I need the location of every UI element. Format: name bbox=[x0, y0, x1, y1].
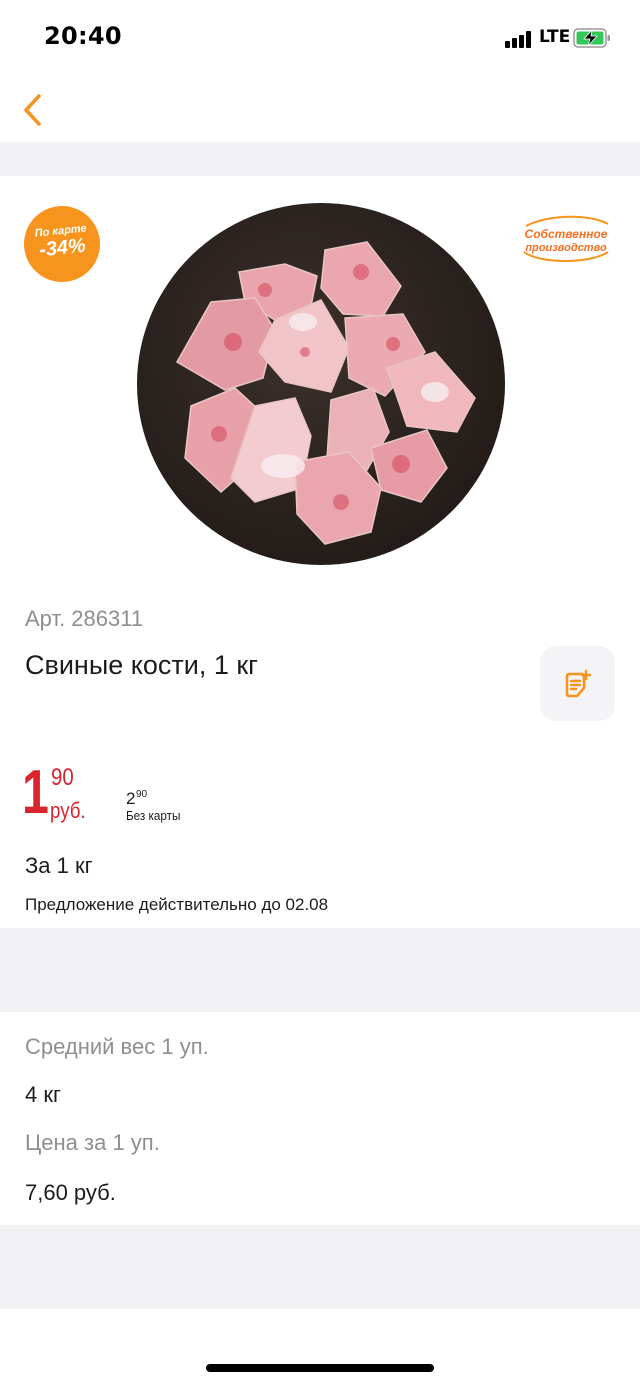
regular-price-decimal: 90 bbox=[136, 789, 148, 800]
card-discount-badge: По карте -34% bbox=[20, 202, 104, 286]
card-price-currency: руб. bbox=[50, 798, 86, 823]
spec-label-weight: Средний вес 1 уп. bbox=[25, 1034, 209, 1059]
offer-validity: Предложение действительно до 02.08 bbox=[25, 895, 329, 914]
network-label: LTE bbox=[539, 27, 571, 47]
battery-charging-icon bbox=[573, 28, 610, 48]
svg-text:производство: производство bbox=[525, 242, 607, 254]
svg-text:Собственное: Собственное bbox=[525, 227, 608, 241]
card-price-decimal: 90 bbox=[51, 764, 74, 791]
status-bar: 20:40 LTE bbox=[0, 0, 640, 76]
spec-value-weight: 4 кг bbox=[25, 1082, 61, 1107]
own-production-logo: Собственное производство bbox=[523, 215, 609, 262]
regular-price-integer: 2 bbox=[126, 789, 136, 808]
price-per-unit: За 1 кг bbox=[25, 853, 93, 878]
home-indicator[interactable] bbox=[206, 1364, 434, 1372]
product-photo bbox=[137, 203, 505, 565]
note-add-icon bbox=[565, 669, 591, 697]
nav-bar bbox=[0, 76, 640, 142]
section-divider bbox=[0, 928, 640, 1012]
section-divider bbox=[0, 142, 640, 176]
status-time: 20:40 bbox=[44, 22, 122, 50]
signal-icon bbox=[505, 30, 535, 48]
product-article: Арт. 286311 bbox=[25, 606, 144, 631]
regular-price-label: Без карты bbox=[126, 808, 181, 823]
product-image-area: По карте -34% Собственное производство bbox=[0, 176, 640, 596]
add-to-list-button[interactable] bbox=[540, 646, 615, 721]
spec-label-pack-price: Цена за 1 уп. bbox=[25, 1130, 160, 1155]
section-divider bbox=[0, 1225, 640, 1309]
card-price-integer: 1 bbox=[22, 758, 49, 827]
back-button[interactable] bbox=[12, 88, 52, 132]
product-title: Свиные кости, 1 кг bbox=[25, 650, 259, 680]
chevron-left-icon bbox=[24, 94, 41, 126]
spec-value-pack-price: 7,60 руб. bbox=[25, 1180, 116, 1205]
